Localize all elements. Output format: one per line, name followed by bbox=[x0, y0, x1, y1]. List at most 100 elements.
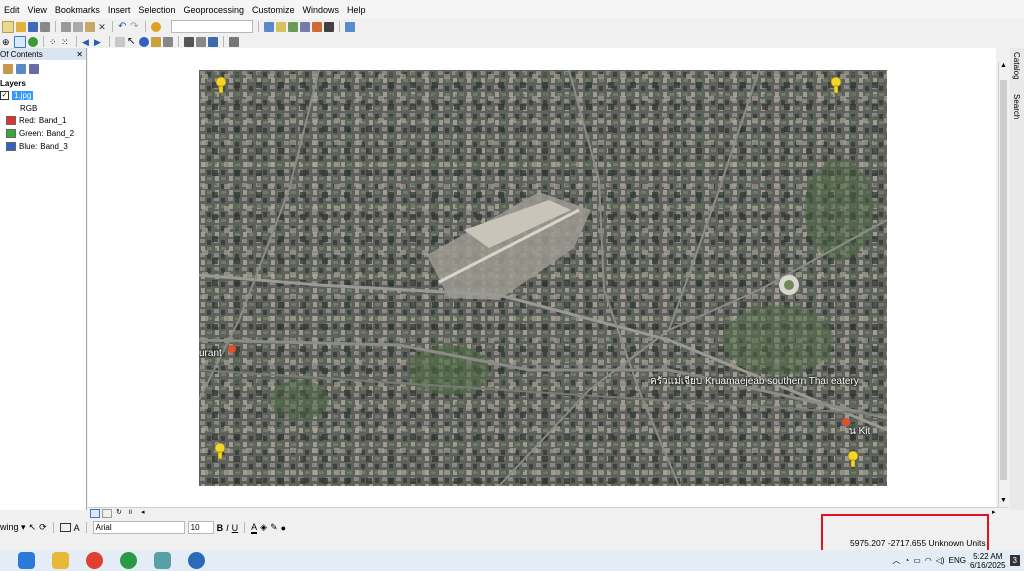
scroll-left-icon[interactable]: ◂ bbox=[141, 508, 145, 516]
font-size-combo[interactable]: 10 bbox=[187, 521, 214, 534]
copy-icon[interactable] bbox=[73, 21, 83, 32]
refresh-icon[interactable]: ↻ bbox=[116, 508, 122, 516]
zoom-in-icon[interactable]: ⊕ bbox=[2, 37, 12, 47]
scroll-right-icon[interactable]: ▸ bbox=[992, 508, 996, 516]
chevron-up-icon[interactable]: ︿ bbox=[892, 555, 900, 566]
new-map-icon[interactable] bbox=[2, 20, 14, 33]
clock[interactable]: 5:22 AM 6/16/2025 bbox=[970, 552, 1006, 570]
model-builder-icon[interactable] bbox=[345, 21, 355, 32]
chrome-icon[interactable] bbox=[86, 552, 103, 569]
battery-icon[interactable]: ▭ bbox=[913, 556, 921, 565]
layer-visibility-checkbox[interactable]: ✓ bbox=[0, 91, 9, 100]
layers-label: Layers bbox=[0, 79, 26, 88]
fixed-zoom-in-icon[interactable]: ⁘ bbox=[49, 37, 59, 47]
add-data-icon[interactable] bbox=[151, 21, 161, 32]
green-swatch bbox=[6, 129, 16, 138]
identify-icon[interactable] bbox=[139, 36, 149, 47]
band-blue-row: Blue: Band_3 bbox=[6, 142, 68, 151]
layer-row[interactable]: ✓ 1.jpg bbox=[0, 91, 34, 100]
taskbar: ︿ ◔ ▭ ◠ ◁) ENG 5:22 AM 6/16/2025 3 bbox=[0, 550, 1024, 571]
fixed-zoom-out-icon[interactable]: ⁙ bbox=[61, 37, 71, 47]
list-by-source-icon[interactable] bbox=[16, 64, 26, 74]
list-by-visibility-icon[interactable] bbox=[29, 64, 39, 74]
fill-color-icon[interactable]: ◈ bbox=[260, 522, 267, 533]
scroll-down-icon[interactable]: ▼ bbox=[1000, 497, 1007, 504]
save-icon[interactable] bbox=[28, 21, 38, 32]
scale-combo[interactable] bbox=[171, 20, 253, 33]
time-slider-icon[interactable] bbox=[208, 36, 218, 47]
forward-icon[interactable]: ▶ bbox=[94, 37, 104, 47]
search-icon[interactable] bbox=[300, 21, 310, 32]
select-features-icon[interactable] bbox=[115, 36, 125, 47]
zoom-out-icon[interactable] bbox=[14, 35, 26, 48]
map-label-kitchen: น Kit bbox=[849, 426, 871, 437]
viewer-icon[interactable] bbox=[229, 36, 239, 47]
file-explorer-icon[interactable] bbox=[52, 552, 69, 569]
line-color-icon[interactable]: ✎ bbox=[270, 522, 278, 533]
arcgis-icon[interactable] bbox=[188, 552, 205, 569]
arctoolbox-icon[interactable] bbox=[312, 21, 322, 32]
menu-geoprocessing[interactable]: Geoprocessing bbox=[179, 5, 248, 15]
select-elements-icon[interactable]: ↖ bbox=[127, 36, 137, 47]
arcmap-icon[interactable] bbox=[154, 552, 171, 569]
toc-close-icon[interactable]: ✕ bbox=[76, 50, 83, 59]
go-to-xy-icon[interactable] bbox=[196, 36, 206, 47]
menu-view[interactable]: View bbox=[24, 5, 51, 15]
select-arrow-icon[interactable]: ↖ bbox=[29, 522, 37, 533]
bold-button[interactable]: B bbox=[217, 523, 224, 533]
pause-icon[interactable]: ॥ bbox=[128, 508, 132, 517]
catalog-icon[interactable] bbox=[288, 21, 298, 32]
redo-icon[interactable]: ↷ bbox=[130, 21, 140, 32]
menu-selection[interactable]: Selection bbox=[134, 5, 179, 15]
right-dock: Catalog Search bbox=[1010, 48, 1024, 510]
notification-badge[interactable]: 3 bbox=[1009, 555, 1020, 566]
font-name-combo[interactable]: Arial bbox=[92, 521, 185, 534]
marker-color-icon[interactable]: ● bbox=[281, 523, 286, 533]
drawing-menu[interactable]: wing ▾ bbox=[0, 522, 26, 533]
layout-view-button[interactable] bbox=[102, 509, 112, 518]
scroll-up-icon[interactable]: ▲ bbox=[1000, 62, 1007, 69]
text-tool-icon[interactable]: A bbox=[74, 523, 80, 533]
find-icon[interactable] bbox=[184, 36, 194, 47]
python-icon[interactable] bbox=[324, 21, 334, 32]
rectangle-tool-icon[interactable] bbox=[59, 523, 71, 532]
search-tab[interactable]: Search bbox=[1012, 94, 1021, 119]
font-color-button[interactable]: A bbox=[251, 522, 258, 534]
open-icon[interactable] bbox=[16, 21, 26, 32]
editor-icon[interactable] bbox=[264, 21, 274, 32]
satellite-image bbox=[199, 70, 887, 486]
layer-name[interactable]: 1.jpg bbox=[12, 91, 34, 100]
toc-icon[interactable] bbox=[276, 21, 286, 32]
italic-button[interactable]: I bbox=[226, 523, 229, 533]
wifi-icon[interactable]: ◠ bbox=[925, 556, 932, 565]
rotate-icon[interactable]: ⟳ bbox=[39, 522, 47, 533]
menu-windows[interactable]: Windows bbox=[299, 5, 344, 15]
band-color-label: Blue: bbox=[19, 142, 38, 151]
band-green-row: Green: Band_2 bbox=[6, 129, 74, 138]
html-popup-icon[interactable] bbox=[151, 36, 161, 47]
weather-icon[interactable] bbox=[18, 552, 35, 569]
menu-customize[interactable]: Customize bbox=[248, 5, 299, 15]
language-indicator[interactable]: ENG bbox=[949, 556, 966, 565]
volume-icon[interactable]: ◁) bbox=[936, 556, 945, 565]
chrome-profile-icon[interactable] bbox=[120, 552, 137, 569]
print-icon[interactable] bbox=[40, 21, 50, 32]
cut-icon[interactable] bbox=[61, 21, 71, 32]
list-by-drawing-order-icon[interactable] bbox=[3, 64, 13, 74]
delete-icon[interactable]: ✕ bbox=[97, 22, 107, 32]
menu-insert[interactable]: Insert bbox=[104, 5, 135, 15]
undo-icon[interactable]: ↶ bbox=[118, 21, 128, 32]
menu-edit[interactable]: Edit bbox=[0, 5, 24, 15]
paste-icon[interactable] bbox=[85, 21, 95, 32]
layers-node[interactable]: Layers bbox=[0, 79, 26, 88]
menu-help[interactable]: Help bbox=[343, 5, 370, 15]
underline-button[interactable]: U bbox=[232, 523, 239, 533]
vertical-scroll-thumb[interactable] bbox=[1000, 80, 1007, 480]
menu-bookmarks[interactable]: Bookmarks bbox=[51, 5, 104, 15]
data-view-button[interactable] bbox=[90, 509, 100, 518]
network-icon[interactable]: ◔ bbox=[904, 556, 909, 565]
back-icon[interactable]: ◀ bbox=[82, 37, 92, 47]
measure-icon[interactable] bbox=[163, 36, 173, 47]
globe-icon[interactable] bbox=[28, 36, 38, 47]
catalog-tab[interactable]: Catalog bbox=[1012, 52, 1021, 80]
